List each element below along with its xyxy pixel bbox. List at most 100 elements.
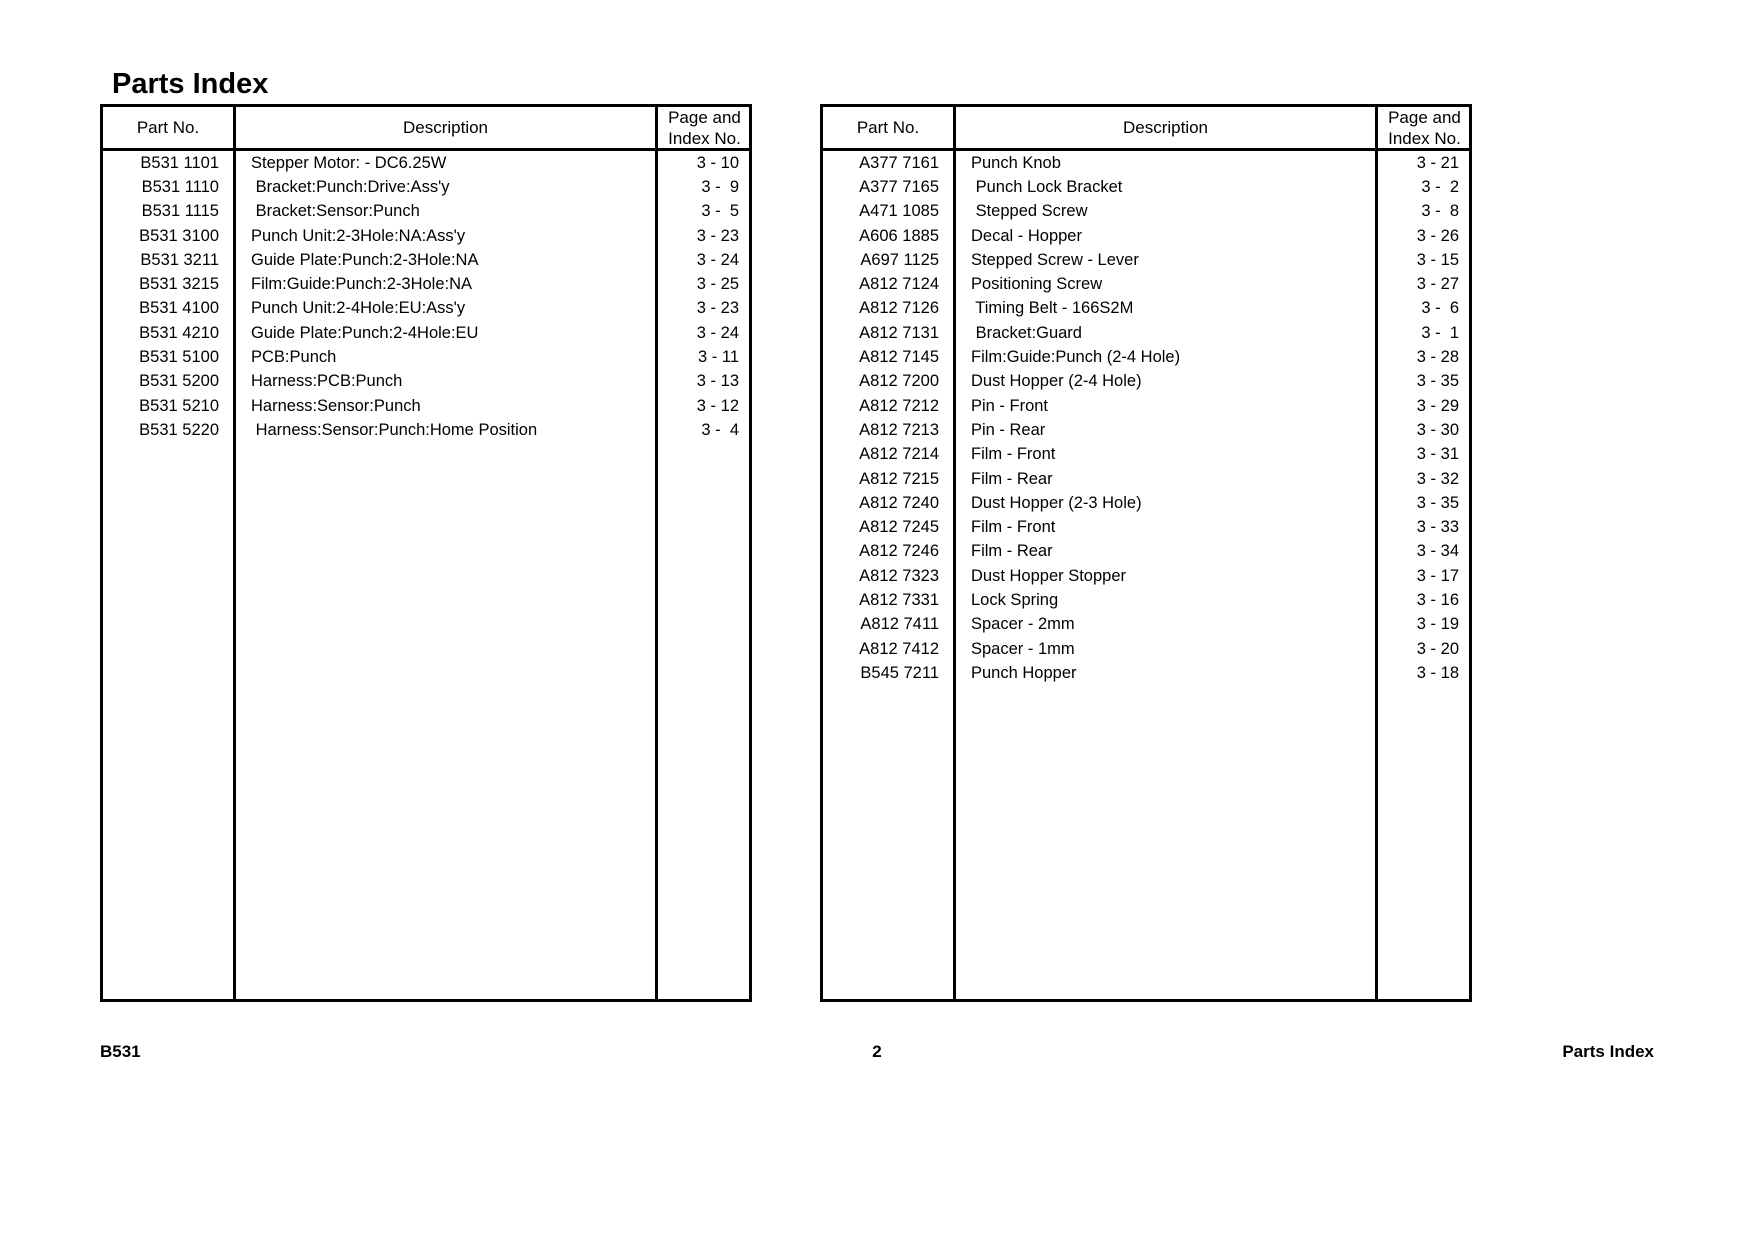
cell-page-and-index-no: 3 - 26 bbox=[1416, 226, 1459, 245]
parts-index-page: Parts Index Part No. Description Page an… bbox=[0, 0, 1754, 1240]
cell-part-no: B531 1110 bbox=[141, 177, 219, 196]
cell-part-no: A697 1125 bbox=[860, 250, 939, 269]
cell-page-and-index-no: 3 - 24 bbox=[696, 323, 739, 342]
table-row: A812 7131 Bracket:Guard 3 - 1 bbox=[823, 321, 1469, 345]
cell-part-no: B531 5210 bbox=[139, 396, 219, 415]
cell-part-no: A812 7323 bbox=[859, 566, 939, 585]
cell-page-and-index-no: 3 - 35 bbox=[1416, 493, 1459, 512]
cell-page-and-index-no: 3 - 15 bbox=[1416, 250, 1459, 269]
cell-part-no: B531 1101 bbox=[140, 153, 219, 172]
left-table-body: B531 1101 Stepper Motor: - DC6.25W 3 - 10 B… bbox=[103, 151, 749, 1000]
cell-part-no: A812 7412 bbox=[859, 639, 939, 658]
cell-description: Punch Knob bbox=[971, 153, 1061, 172]
cell-description: Timing Belt - 166S2M bbox=[971, 299, 1134, 318]
cell-part-no: B531 5200 bbox=[139, 372, 219, 391]
table-row: A812 7240 Dust Hopper (2-3 Hole) 3 - 35 bbox=[823, 491, 1469, 515]
cell-description: Dust Hopper (2-4 Hole) bbox=[971, 372, 1142, 391]
header-part-no: Part No. bbox=[856, 118, 920, 137]
cell-part-no: B531 5220 bbox=[139, 420, 219, 439]
header-page-and-index-line2: Index No. bbox=[668, 128, 741, 148]
cell-page-and-index-no: 3 - 4 bbox=[701, 420, 739, 439]
cell-description: Punch Unit:2-3Hole:NA:Ass'y bbox=[251, 226, 466, 245]
table-row: B531 1101 Stepper Motor: - DC6.25W 3 - 10 bbox=[103, 151, 749, 175]
table-row: A812 7124 Positioning Screw 3 - 27 bbox=[823, 272, 1469, 296]
table-row: B531 4100 Punch Unit:2-4Hole:EU:Ass'y 3 - … bbox=[103, 297, 749, 321]
cell-page-and-index-no: 3 - 17 bbox=[1416, 566, 1459, 585]
table-row: A812 7145 Film:Guide:Punch (2-4 Hole) 3 - … bbox=[823, 345, 1469, 369]
table-row: A377 7161 Punch Knob 3 - 21 bbox=[823, 151, 1469, 175]
table-row: A471 1085 Stepped Screw 3 - 8 bbox=[823, 200, 1469, 224]
cell-part-no: A606 1885 bbox=[859, 226, 939, 245]
table-row: A812 7246 Film - Rear 3 - 34 bbox=[823, 540, 1469, 564]
table-row: B531 4210 Guide Plate:Punch:2-4Hole:EU 3 -… bbox=[103, 321, 749, 345]
table-row: A812 7411 Spacer - 2mm 3 - 19 bbox=[823, 613, 1469, 637]
cell-part-no: A812 7126 bbox=[859, 299, 939, 318]
cell-page-and-index-no: 3 - 23 bbox=[696, 226, 739, 245]
right-table-header-row: Part No. Description Page and Index No. bbox=[823, 107, 1469, 151]
right-parts-table: Part No. Description Page and Index No. … bbox=[820, 104, 1472, 1002]
cell-description: Stepped Screw - Lever bbox=[971, 250, 1139, 269]
table-row: A812 7412 Spacer - 1mm 3 - 20 bbox=[823, 637, 1469, 661]
cell-part-no: A812 7145 bbox=[859, 348, 939, 367]
cell-description: Decal - Hopper bbox=[971, 226, 1082, 245]
cell-description: Harness:Sensor:Punch:Home Position bbox=[251, 420, 538, 439]
table-row: A812 7331 Lock Spring 3 - 16 bbox=[823, 588, 1469, 612]
table-row: A812 7126 Timing Belt - 166S2M 3 - 6 bbox=[823, 297, 1469, 321]
cell-description: PCB:Punch bbox=[251, 348, 337, 367]
cell-description: Film - Rear bbox=[971, 542, 1053, 561]
cell-page-and-index-no: 3 - 33 bbox=[1416, 518, 1459, 537]
cell-part-no: A812 7213 bbox=[859, 420, 939, 439]
header-description: Description bbox=[233, 107, 655, 148]
header-part-no: Part No. bbox=[136, 118, 200, 137]
cell-description: Dust Hopper Stopper bbox=[971, 566, 1127, 585]
table-row: B531 5210 Harness:Sensor:Punch 3 - 12 bbox=[103, 394, 749, 418]
header-page-and-index-no: Page and Index No. bbox=[1375, 107, 1469, 148]
cell-page-and-index-no: 3 - 24 bbox=[696, 250, 739, 269]
cell-description: Pin - Rear bbox=[971, 420, 1046, 439]
table-row: A812 7245 Film - Front 3 - 33 bbox=[823, 515, 1469, 539]
cell-description: Film - Rear bbox=[971, 469, 1053, 488]
cell-description: Punch Unit:2-4Hole:EU:Ass'y bbox=[251, 299, 466, 318]
cell-page-and-index-no: 3 - 23 bbox=[696, 299, 739, 318]
cell-description: Pin - Front bbox=[971, 396, 1049, 415]
cell-description: Guide Plate:Punch:2-4Hole:EU bbox=[251, 323, 479, 342]
cell-description: Bracket:Sensor:Punch bbox=[251, 202, 420, 221]
cell-part-no: A377 7161 bbox=[859, 153, 939, 172]
cell-page-and-index-no: 3 - 30 bbox=[1416, 420, 1459, 439]
cell-page-and-index-no: 3 - 31 bbox=[1416, 445, 1459, 464]
cell-page-and-index-no: 3 - 12 bbox=[696, 396, 739, 415]
cell-page-and-index-no: 3 - 8 bbox=[1421, 202, 1459, 221]
cell-part-no: A377 7165 bbox=[859, 177, 939, 196]
cell-page-and-index-no: 3 - 2 bbox=[1421, 177, 1459, 196]
cell-page-and-index-no: 3 - 18 bbox=[1416, 663, 1459, 682]
cell-part-no: A812 7411 bbox=[860, 615, 939, 634]
cell-part-no: B531 5100 bbox=[139, 348, 219, 367]
cell-description: Punch Lock Bracket bbox=[971, 177, 1123, 196]
table-row: B531 5220 Harness:Sensor:Punch:Home Posi… bbox=[103, 418, 749, 442]
table-row: B531 3211 Guide Plate:Punch:2-3Hole:NA 3 -… bbox=[103, 248, 749, 272]
table-row: B531 1115 Bracket:Sensor:Punch 3 - 5 bbox=[103, 200, 749, 224]
cell-page-and-index-no: 3 - 19 bbox=[1416, 615, 1459, 634]
footer-section-title: Parts Index bbox=[1562, 1042, 1654, 1061]
right-table-rows: A377 7161 Punch Knob 3 - 21 A377 7165 Punch… bbox=[823, 151, 1469, 686]
cell-part-no: B531 4210 bbox=[139, 323, 219, 342]
table-row: B531 1110 Bracket:Punch:Drive:Ass'y 3 - 9 bbox=[103, 175, 749, 199]
cell-part-no: A812 7212 bbox=[859, 396, 939, 415]
cell-description: Film - Front bbox=[971, 445, 1056, 464]
cell-description: Bracket:Guard bbox=[971, 323, 1082, 342]
cell-description: Harness:PCB:Punch bbox=[251, 372, 403, 391]
left-parts-table: Part No. Description Page and Index No. … bbox=[100, 104, 752, 1002]
cell-page-and-index-no: 3 - 20 bbox=[1416, 639, 1459, 658]
table-row: B531 3215 Film:Guide:Punch:2-3Hole:NA 3 - … bbox=[103, 272, 749, 296]
cell-description: Positioning Screw bbox=[971, 275, 1103, 294]
left-table-header-row: Part No. Description Page and Index No. bbox=[103, 107, 749, 151]
table-row: A812 7200 Dust Hopper (2-4 Hole) 3 - 35 bbox=[823, 370, 1469, 394]
cell-page-and-index-no: 3 - 21 bbox=[1416, 153, 1459, 172]
cell-part-no: A812 7214 bbox=[859, 445, 939, 464]
cell-description: Harness:Sensor:Punch bbox=[251, 396, 421, 415]
left-table-rows: B531 1101 Stepper Motor: - DC6.25W 3 - 10 B… bbox=[103, 151, 749, 443]
cell-description: Guide Plate:Punch:2-3Hole:NA bbox=[251, 250, 479, 269]
footer-page-number: 2 bbox=[872, 1042, 882, 1061]
cell-description: Film:Guide:Punch:2-3Hole:NA bbox=[251, 275, 473, 294]
cell-page-and-index-no: 3 - 5 bbox=[701, 202, 739, 221]
